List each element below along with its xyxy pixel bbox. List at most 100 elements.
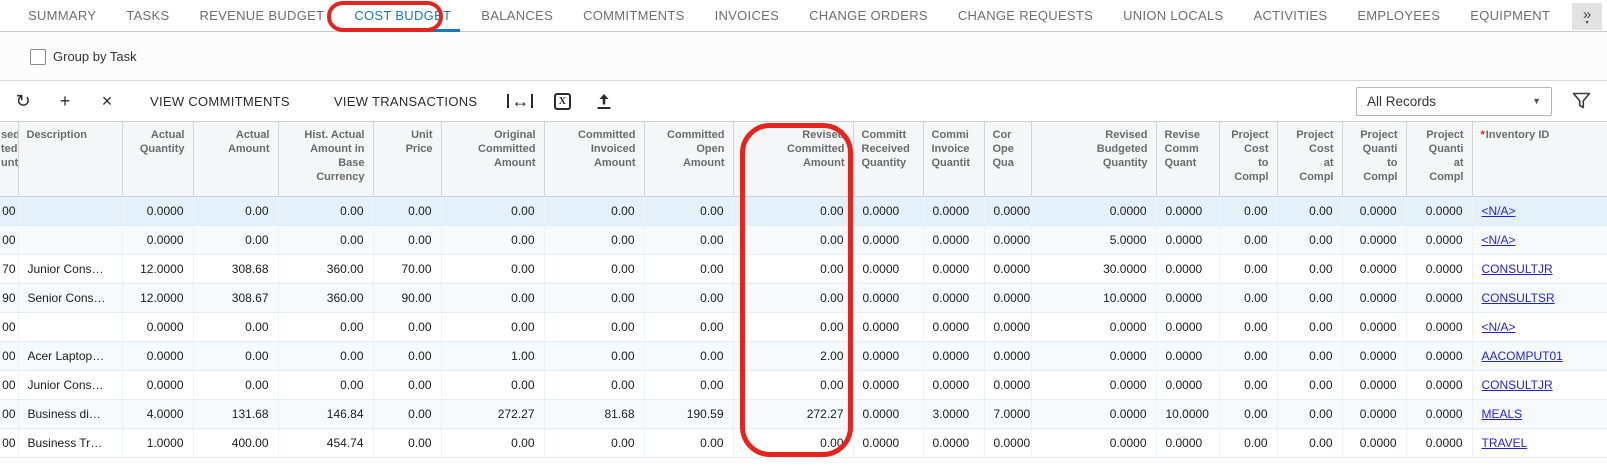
cell-committed-open-amount[interactable]: 0.00 bbox=[644, 429, 733, 458]
cell-original-committed-amount[interactable]: 0.00 bbox=[441, 313, 544, 342]
inventory-id-link[interactable]: MEALS bbox=[1482, 407, 1523, 421]
cell-unit-price[interactable]: 90.00 bbox=[373, 284, 441, 313]
cell-hist-actual-amount-base[interactable]: 0.00 bbox=[278, 313, 373, 342]
cell-inventory-id[interactable]: CONSULTJR bbox=[1472, 255, 1607, 284]
cell-unit-price[interactable]: 70.00 bbox=[373, 255, 441, 284]
cell-description[interactable]: Business di… bbox=[18, 400, 122, 429]
cell-description[interactable]: Business Tr… bbox=[18, 429, 122, 458]
cell-actual-quantity[interactable]: 0.0000 bbox=[122, 226, 193, 255]
inventory-id-link[interactable]: TRAVEL bbox=[1482, 436, 1528, 450]
cell-actual-amount[interactable]: 0.00 bbox=[193, 313, 278, 342]
cell-project-cost-to-complete[interactable]: 0.00 bbox=[1219, 226, 1277, 255]
cell-revised-budgeted-quantity[interactable]: 10.0000 bbox=[1031, 284, 1156, 313]
cell-inventory-id[interactable]: <N/A> bbox=[1472, 313, 1607, 342]
inventory-id-link[interactable]: <N/A> bbox=[1482, 204, 1516, 218]
cell-project-quantity-to-complete[interactable]: 0.0000 bbox=[1342, 313, 1406, 342]
cell-committed-open-amount[interactable]: 0.00 bbox=[644, 371, 733, 400]
cell-project-cost-at-completion[interactable]: 0.00 bbox=[1277, 429, 1342, 458]
cell-committed-received-quantity[interactable]: 0.0000 bbox=[853, 226, 923, 255]
cell-original-committed-amount[interactable]: 0.00 bbox=[441, 284, 544, 313]
cell-actual-amount[interactable]: 308.67 bbox=[193, 284, 278, 313]
cell-committed-invoice-quantity[interactable]: 3.0000 bbox=[923, 400, 984, 429]
cell-project-quantity-at-completion[interactable]: 0.0000 bbox=[1406, 226, 1472, 255]
tab-employees[interactable]: EMPLOYEES bbox=[1342, 0, 1455, 31]
cell-unit-price[interactable]: 0.00 bbox=[373, 429, 441, 458]
cell-committed-invoice-quantity[interactable]: 0.0000 bbox=[923, 226, 984, 255]
cell-description[interactable]: Junior Cons… bbox=[18, 255, 122, 284]
cell-project-quantity-at-completion[interactable]: 0.0000 bbox=[1406, 371, 1472, 400]
fit-columns-button[interactable]: ↔ bbox=[505, 86, 535, 116]
cell-committed-invoiced-amount[interactable]: 0.00 bbox=[544, 226, 644, 255]
cell-revised-committed-amount[interactable]: 0.00 bbox=[733, 284, 853, 313]
column-header-inventory-id[interactable]: *Inventory ID bbox=[1472, 122, 1607, 197]
cell-project-quantity-at-completion[interactable]: 0.0000 bbox=[1406, 255, 1472, 284]
column-header-clipped-amount[interactable]: sed ted unt bbox=[0, 122, 18, 197]
cell-project-quantity-at-completion[interactable]: 0.0000 bbox=[1406, 429, 1472, 458]
column-header-project-cost-at-completion[interactable]: Project Cost at Compl bbox=[1277, 122, 1342, 197]
cell-project-cost-at-completion[interactable]: 0.00 bbox=[1277, 284, 1342, 313]
column-header-actual-amount[interactable]: Actual Amount bbox=[193, 122, 278, 197]
cell-committed-invoice-quantity[interactable]: 0.0000 bbox=[923, 313, 984, 342]
cell-project-cost-to-complete[interactable]: 0.00 bbox=[1219, 284, 1277, 313]
cell-clipped-amount[interactable]: 00 bbox=[0, 342, 18, 371]
cell-actual-amount[interactable]: 0.00 bbox=[193, 342, 278, 371]
cell-revised-committed-amount[interactable]: 2.00 bbox=[733, 342, 853, 371]
cell-actual-quantity[interactable]: 12.0000 bbox=[122, 255, 193, 284]
cell-project-cost-at-completion[interactable]: 0.00 bbox=[1277, 313, 1342, 342]
cell-revised-committed-quantity[interactable]: 0.0000 bbox=[1156, 313, 1219, 342]
cell-actual-quantity[interactable]: 12.0000 bbox=[122, 284, 193, 313]
cell-project-cost-at-completion[interactable]: 0.00 bbox=[1277, 197, 1342, 226]
cell-committed-open-amount[interactable]: 190.59 bbox=[644, 400, 733, 429]
cell-committed-invoice-quantity[interactable]: 0.0000 bbox=[923, 284, 984, 313]
cell-revised-budgeted-quantity[interactable]: 30.0000 bbox=[1031, 255, 1156, 284]
cell-revised-committed-amount[interactable]: 0.00 bbox=[733, 429, 853, 458]
cell-project-cost-to-complete[interactable]: 0.00 bbox=[1219, 313, 1277, 342]
cell-project-cost-at-completion[interactable]: 0.00 bbox=[1277, 255, 1342, 284]
cell-revised-committed-amount[interactable]: 272.27 bbox=[733, 400, 853, 429]
cell-unit-price[interactable]: 0.00 bbox=[373, 371, 441, 400]
cell-inventory-id[interactable]: MEALS bbox=[1472, 400, 1607, 429]
cell-revised-budgeted-quantity[interactable]: 0.0000 bbox=[1031, 429, 1156, 458]
column-header-unit-price[interactable]: Unit Price bbox=[373, 122, 441, 197]
inventory-id-link[interactable]: <N/A> bbox=[1482, 233, 1516, 247]
cell-description[interactable]: Junior Cons… bbox=[18, 371, 122, 400]
cell-committed-received-quantity[interactable]: 0.0000 bbox=[853, 429, 923, 458]
filter-settings-button[interactable] bbox=[1572, 92, 1591, 110]
cell-project-cost-at-completion[interactable]: 0.00 bbox=[1277, 342, 1342, 371]
cell-project-quantity-to-complete[interactable]: 0.0000 bbox=[1342, 342, 1406, 371]
cell-original-committed-amount[interactable]: 0.00 bbox=[441, 226, 544, 255]
refresh-button[interactable]: ↻ bbox=[8, 86, 38, 116]
cell-actual-quantity[interactable]: 0.0000 bbox=[122, 342, 193, 371]
cell-revised-committed-quantity[interactable]: 0.0000 bbox=[1156, 284, 1219, 313]
cell-clipped-amount[interactable]: 00 bbox=[0, 313, 18, 342]
cell-committed-invoice-quantity[interactable]: 0.0000 bbox=[923, 429, 984, 458]
cell-inventory-id[interactable]: CONSULTJR bbox=[1472, 371, 1607, 400]
cell-revised-committed-quantity[interactable]: 0.0000 bbox=[1156, 226, 1219, 255]
column-header-revised-budgeted-quantity[interactable]: Revised Budgeted Quantity bbox=[1031, 122, 1156, 197]
cell-committed-invoiced-amount[interactable]: 0.00 bbox=[544, 371, 644, 400]
column-header-committed-received-quantity[interactable]: Committ Received Quantity bbox=[853, 122, 923, 197]
table-row[interactable]: 00Business di…4.0000131.68146.840.00272.… bbox=[0, 400, 1607, 429]
cell-revised-committed-amount[interactable]: 0.00 bbox=[733, 255, 853, 284]
cell-hist-actual-amount-base[interactable]: 360.00 bbox=[278, 255, 373, 284]
cell-revised-committed-amount[interactable]: 0.00 bbox=[733, 371, 853, 400]
cell-project-quantity-at-completion[interactable]: 0.0000 bbox=[1406, 342, 1472, 371]
cell-committed-open-quantity[interactable]: 0.0000 bbox=[984, 284, 1031, 313]
cell-unit-price[interactable]: 0.00 bbox=[373, 197, 441, 226]
column-header-revised-committed-quantity[interactable]: Revise Comm Quant bbox=[1156, 122, 1219, 197]
add-row-button[interactable]: + bbox=[50, 86, 80, 116]
tab-change-requests[interactable]: CHANGE REQUESTS bbox=[943, 0, 1108, 31]
cell-committed-open-amount[interactable]: 0.00 bbox=[644, 284, 733, 313]
cell-revised-committed-quantity[interactable]: 0.0000 bbox=[1156, 371, 1219, 400]
cell-inventory-id[interactable]: AACOMPUT01 bbox=[1472, 342, 1607, 371]
cell-revised-committed-quantity[interactable]: 0.0000 bbox=[1156, 429, 1219, 458]
tab-revenue-budget[interactable]: REVENUE BUDGET bbox=[184, 0, 339, 31]
tab-cost-budget[interactable]: COST BUDGET bbox=[339, 0, 466, 31]
cell-unit-price[interactable]: 0.00 bbox=[373, 226, 441, 255]
cell-committed-open-amount[interactable]: 0.00 bbox=[644, 197, 733, 226]
cell-committed-received-quantity[interactable]: 0.0000 bbox=[853, 313, 923, 342]
column-header-committed-open-quantity[interactable]: Cor Ope Qua bbox=[984, 122, 1031, 197]
group-by-task-checkbox[interactable] bbox=[30, 49, 46, 65]
cell-clipped-amount[interactable]: 90 bbox=[0, 284, 18, 313]
tab-activities[interactable]: ACTIVITIES bbox=[1239, 0, 1343, 31]
